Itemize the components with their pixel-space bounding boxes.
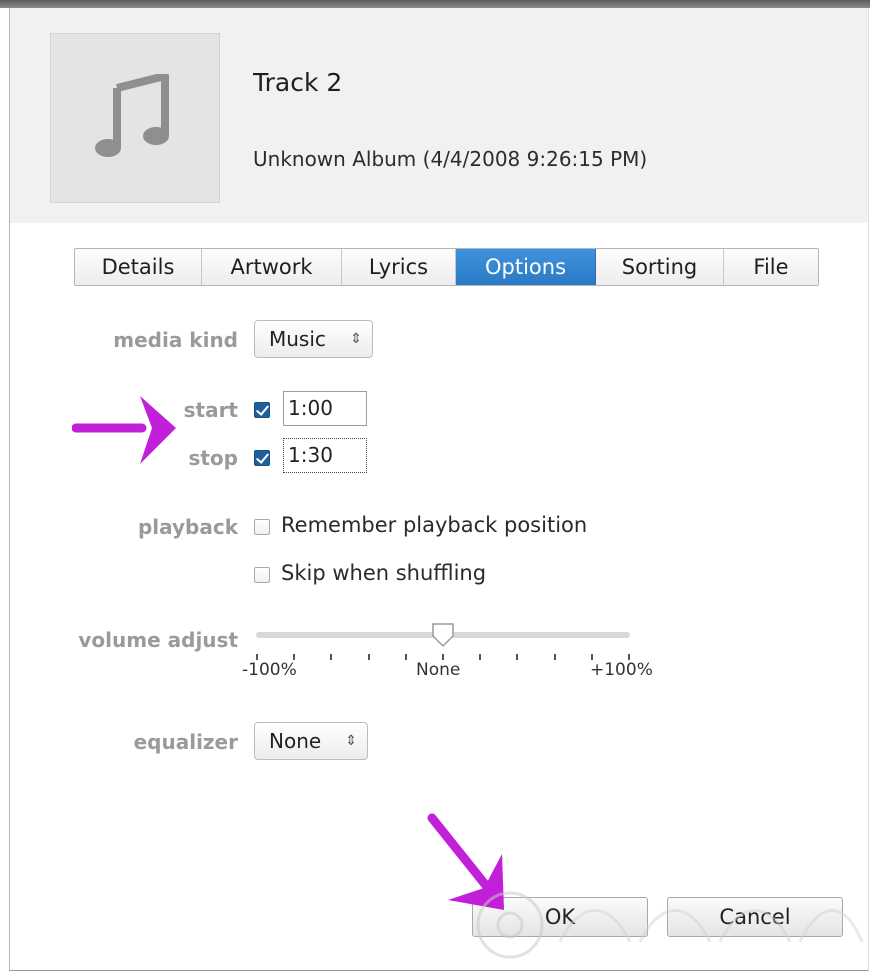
remember-position-label[interactable]: Remember playback position [281,513,587,537]
volume-tick [405,654,407,660]
media-kind-value: Music [269,327,326,351]
volume-tick [442,654,444,660]
media-kind-select[interactable]: Music ⇕ [254,320,373,358]
tab-sorting[interactable]: Sorting [596,249,724,285]
volume-tick [479,654,481,660]
start-checkbox[interactable] [254,402,270,418]
volume-min-label: -100% [242,660,297,680]
equalizer-label: equalizer [133,730,238,754]
chevron-updown-icon: ⇕ [350,331,362,347]
volume-mid-label: None [416,660,461,680]
volume-tick [330,654,332,660]
track-header: Track 2 Unknown Album (4/4/2008 9:26:15 … [10,8,868,223]
skip-shuffling-label[interactable]: Skip when shuffling [281,561,486,585]
equalizer-select[interactable]: None ⇕ [254,722,368,760]
media-kind-label: media kind [113,328,238,352]
volume-tick [628,654,630,660]
remember-position-checkbox[interactable] [254,519,270,535]
volume-adjust-label: volume adjust [78,628,238,652]
track-title: Track 2 [253,68,343,97]
annotation-arrow-diagonal-icon [427,813,504,910]
volume-tick [293,654,295,660]
chevron-updown-icon: ⇕ [345,733,357,749]
start-time-input[interactable]: 1:00 [283,391,367,426]
volume-tick [256,654,258,660]
volume-tick [554,654,556,660]
volume-tick [516,654,518,660]
album-artwork[interactable] [50,33,220,203]
equalizer-value: None [269,729,322,753]
cancel-button[interactable]: Cancel [667,897,843,937]
volume-tick [591,654,593,660]
window-top-strip [0,0,870,8]
playback-label: playback [137,515,238,539]
tab-options[interactable]: Options [456,249,596,285]
volume-tick [368,654,370,660]
stop-time-input[interactable]: 1:30 [283,438,367,473]
album-info: Unknown Album (4/4/2008 9:26:15 PM) [253,147,648,171]
volume-max-label: +100% [590,660,653,680]
skip-shuffling-checkbox[interactable] [254,567,270,583]
music-note-icon [95,74,169,157]
annotation-arrow-right-icon [72,396,176,464]
tab-details[interactable]: Details [75,249,202,285]
volume-slider-knob[interactable] [430,622,456,648]
info-tabs: Details Artwork Lyrics Options Sorting F… [74,248,819,286]
tab-file[interactable]: File [724,249,818,285]
tab-lyrics[interactable]: Lyrics [342,249,456,285]
stop-checkbox[interactable] [254,450,270,466]
tab-artwork[interactable]: Artwork [202,249,342,285]
